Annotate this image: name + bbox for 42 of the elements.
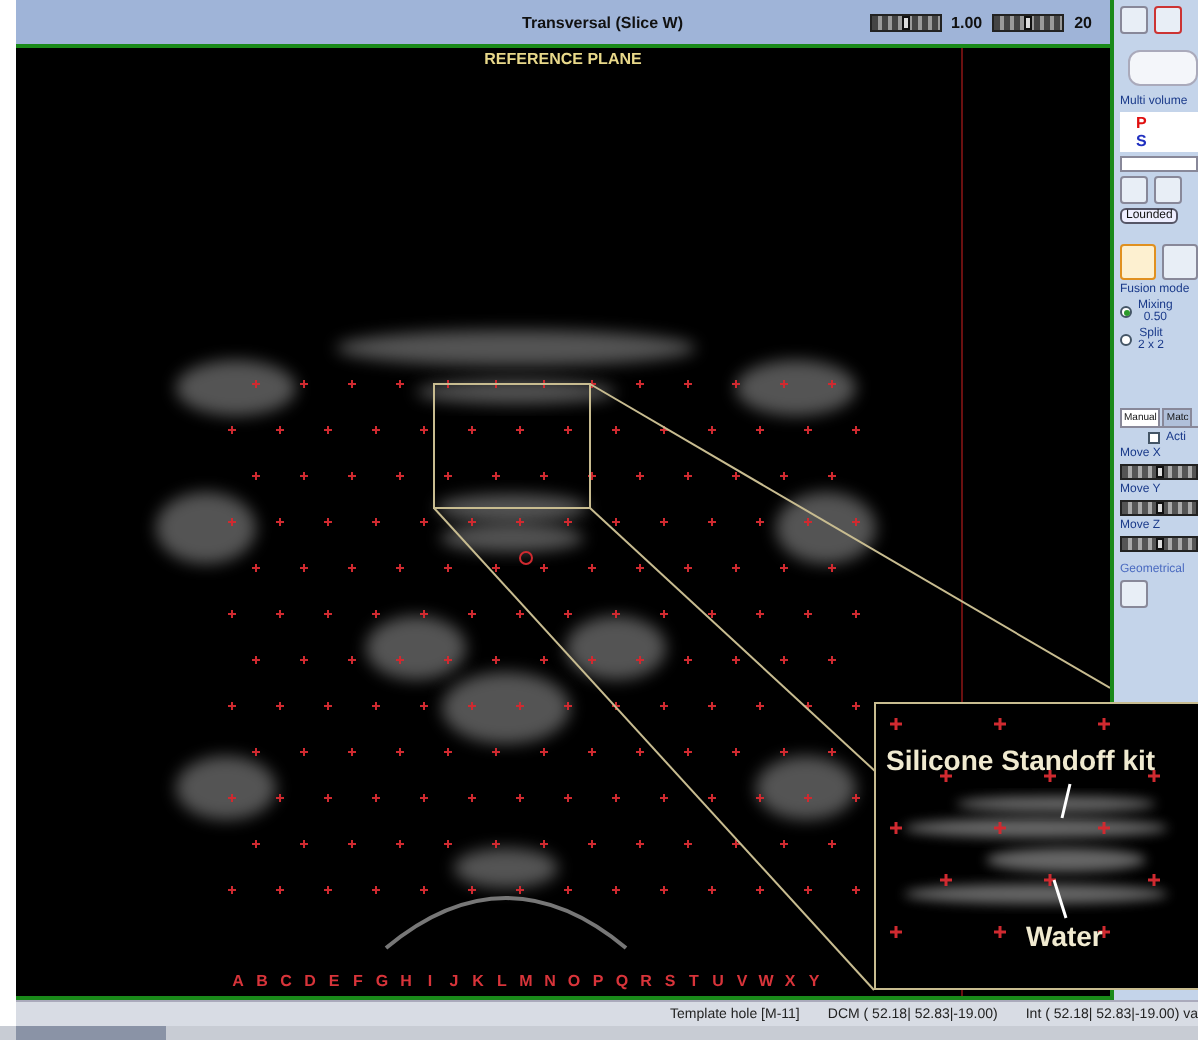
column-letter: M (517, 972, 535, 990)
annotation-label: Water (1026, 920, 1103, 952)
checkbox[interactable] (1148, 432, 1160, 444)
mode-radio[interactable] (1120, 306, 1132, 318)
column-letter: Y (806, 972, 822, 990)
slider-thumb[interactable] (1024, 15, 1033, 29)
scrollbar[interactable] (1120, 156, 1198, 172)
slider-thumb[interactable] (1155, 466, 1163, 478)
column-letter: X (782, 972, 798, 990)
mode-radio[interactable] (1120, 334, 1132, 346)
column-letter: V (734, 972, 750, 990)
window-title: Transversal (Slice W) (520, 13, 685, 31)
column-letter: N (542, 972, 558, 990)
annotation-label: Silicone Standoff kit (886, 744, 1156, 776)
reference-plane-label: REFERENCE PLANE (482, 50, 644, 68)
column-letter: E (326, 972, 342, 990)
column-letter: F (351, 972, 365, 990)
column-letter: J (447, 972, 461, 990)
slice-count: 20 (1074, 13, 1092, 31)
slider-thumb[interactable] (1155, 502, 1163, 514)
column-letter: B (254, 972, 270, 990)
column-letter: D (302, 972, 318, 990)
column-letter: I (425, 972, 435, 990)
slider-thumb[interactable] (1155, 538, 1163, 550)
column-letter: U (710, 972, 726, 990)
column-letter: T (687, 972, 701, 990)
column-letter: R (638, 972, 654, 990)
slider-thumb[interactable] (901, 15, 910, 29)
column-letter: L (495, 972, 509, 990)
column-letter: O (565, 972, 583, 990)
column-letter: K (470, 972, 486, 990)
column-letter: G (373, 972, 391, 990)
column-letter: W (756, 972, 776, 990)
column-letter: H (398, 972, 414, 990)
volume-item[interactable]: P (1136, 114, 1192, 132)
column-letter: P (590, 972, 606, 990)
column-letter: Q (613, 972, 631, 990)
volume-item[interactable]: S (1136, 132, 1192, 150)
column-letter: A (230, 972, 246, 990)
column-letter: C (278, 972, 294, 990)
column-letter: S (662, 972, 678, 990)
zoom-value: 1.00 (951, 13, 983, 31)
